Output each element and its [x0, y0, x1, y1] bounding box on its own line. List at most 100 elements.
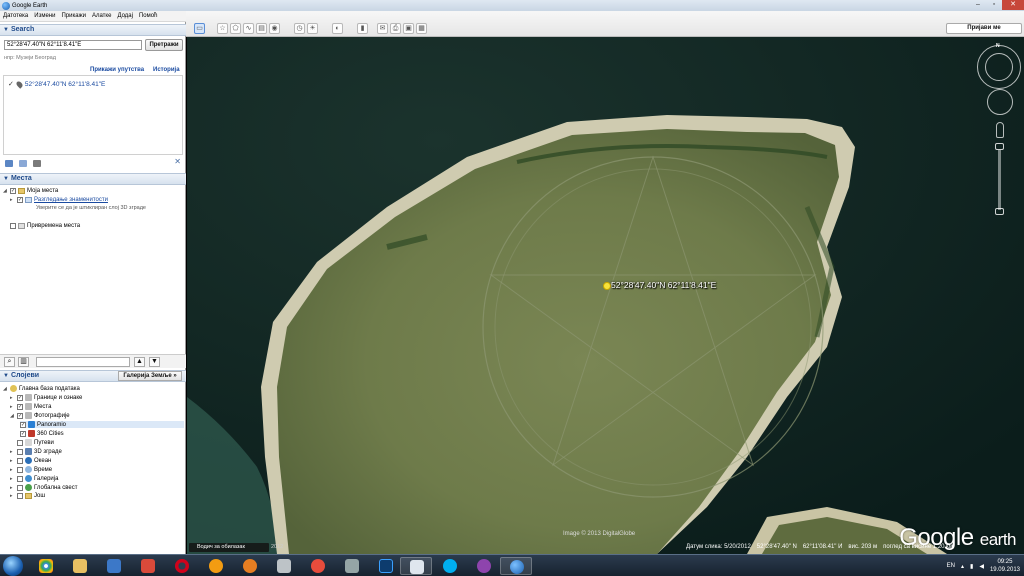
expand-arrow-icon[interactable]: ▸	[10, 476, 15, 482]
start-button-icon[interactable]	[3, 556, 23, 576]
layer-global-awareness[interactable]: ▸ Глобална свест	[10, 484, 77, 491]
expand-arrow-icon[interactable]: ◢	[10, 413, 15, 419]
layer-photos[interactable]: ◢ ✓ Фотографије	[10, 412, 70, 419]
email-icon[interactable]: ✉	[377, 23, 388, 34]
checkbox[interactable]	[10, 223, 16, 229]
expand-arrow-icon[interactable]: ▸	[10, 485, 15, 491]
checkbox[interactable]: ✓	[17, 394, 23, 401]
checkbox[interactable]: ✓	[20, 421, 26, 428]
menu-add[interactable]: Додај	[114, 13, 136, 19]
checkbox[interactable]	[17, 493, 23, 499]
taskbar-chrome[interactable]	[30, 557, 62, 575]
checkbox[interactable]	[17, 457, 23, 464]
image-overlay-icon[interactable]: ▤	[256, 23, 267, 34]
placemark-icon[interactable]: ☆	[217, 23, 228, 34]
zoom-in-button[interactable]	[995, 143, 1004, 150]
taskbar-app-4[interactable]	[132, 557, 164, 575]
tree-item-my-places[interactable]: ◢ ✓ Моја места	[3, 188, 58, 194]
search-panel-header[interactable]: ▼ Search	[0, 24, 186, 36]
layer-weather[interactable]: ▸ Време	[10, 466, 52, 473]
taskbar-app-3[interactable]	[98, 557, 130, 575]
arrow-down-icon[interactable]: ▼	[149, 357, 160, 367]
record-tour-icon[interactable]: ◉	[269, 23, 280, 34]
places-panel-header[interactable]: ▼ Места	[0, 173, 186, 185]
menu-edit[interactable]: Измени	[31, 13, 58, 19]
tray-arrow-icon[interactable]: ▴	[961, 563, 964, 570]
layer-ocean[interactable]: ▸ Океан	[10, 457, 51, 464]
planets-icon[interactable]: ◐	[332, 23, 343, 34]
layer-borders[interactable]: ▸ ✓ Границе и ознаке	[10, 394, 82, 401]
taskbar-google-earth[interactable]	[500, 557, 532, 575]
print-icon[interactable]	[33, 159, 41, 167]
sidebar-toggle-icon[interactable]: ▭	[194, 23, 205, 34]
sign-in-button[interactable]: Пријави ме	[946, 23, 1022, 34]
taskbar-photoshop[interactable]	[370, 557, 402, 575]
layer-primary-database[interactable]: ◢ Главна база података	[3, 385, 80, 392]
checkbox[interactable]: ✓	[20, 430, 26, 437]
menu-file[interactable]: Датотека	[0, 13, 31, 19]
checkbox[interactable]	[17, 439, 23, 446]
language-indicator[interactable]: EN	[947, 563, 955, 569]
close-button[interactable]: ✕	[1002, 0, 1024, 10]
menu-help[interactable]: Помоћ	[136, 13, 160, 19]
expand-arrow-icon[interactable]: ▸	[10, 197, 15, 203]
network-icon[interactable]: ▮	[970, 563, 973, 570]
north-indicator[interactable]: N	[996, 43, 1000, 49]
expand-arrow-icon[interactable]: ▸	[10, 395, 15, 401]
expand-arrow-icon[interactable]: ▸	[10, 467, 15, 473]
expand-arrow-icon[interactable]: ◢	[3, 188, 8, 194]
placemark-pin-icon[interactable]	[603, 282, 611, 290]
google-maps-icon[interactable]: ▦	[416, 23, 427, 34]
checkbox[interactable]	[17, 475, 23, 482]
expand-arrow-icon[interactable]: ▸	[10, 458, 15, 464]
menu-tools[interactable]: Алатке	[89, 13, 115, 19]
save-image-icon[interactable]: ▣	[403, 23, 414, 34]
tree-label[interactable]: Разгледање знаменитости	[34, 197, 108, 203]
sun-icon[interactable]: ☀	[307, 23, 318, 34]
historical-imagery-icon[interactable]: ◷	[294, 23, 305, 34]
expand-arrow-icon[interactable]: ▸	[10, 404, 15, 410]
list-view-icon[interactable]: ▥	[18, 357, 29, 367]
checkbox[interactable]: ✓	[17, 197, 23, 203]
checkbox[interactable]	[17, 448, 23, 455]
polygon-icon[interactable]: ⬠	[230, 23, 241, 34]
layer-360-cities[interactable]: ✓ 360 Cities	[20, 430, 64, 437]
checkbox[interactable]: ✓	[10, 188, 16, 194]
expand-arrow-icon[interactable]: ▸	[10, 449, 15, 455]
street-view-pegman-icon[interactable]	[996, 122, 1004, 138]
taskbar-app-9[interactable]	[302, 557, 334, 575]
placemark-label[interactable]: 52°28'47.40"N 62°11'8.41"E	[611, 280, 716, 290]
arrow-up-icon[interactable]: ▲	[134, 357, 145, 367]
layer-roads[interactable]: Путеви	[10, 439, 54, 446]
taskbar-app-6[interactable]	[200, 557, 232, 575]
layers-search-input[interactable]	[36, 357, 130, 367]
tour-guide-button[interactable]: Водич за обилазак	[189, 543, 269, 552]
print-icon[interactable]: ⎙	[390, 23, 401, 34]
close-results-icon[interactable]: ✕	[174, 157, 181, 166]
layer-3d-buildings[interactable]: ▸ 3D зграде	[10, 448, 62, 455]
search-result-item[interactable]: ✓ 52°28'47.40"N 62°11'8.41"E	[8, 79, 105, 89]
taskbar-app-12[interactable]	[400, 557, 432, 575]
taskbar-skype[interactable]	[434, 557, 466, 575]
search-button[interactable]: Претражи	[145, 39, 183, 51]
copy-icon[interactable]	[19, 159, 27, 167]
taskbar-app-10[interactable]	[336, 557, 368, 575]
folder-icon[interactable]	[5, 159, 13, 167]
layer-places[interactable]: ▸ ✓ Места	[10, 403, 51, 410]
maximize-button[interactable]: ▫	[986, 0, 1002, 10]
taskbar-opera[interactable]	[166, 557, 198, 575]
tree-item-sightseeing[interactable]: ▸ ✓ Разгледање знаменитости	[10, 197, 108, 203]
expand-arrow-icon[interactable]: ▸	[10, 493, 15, 499]
earth-gallery-button[interactable]: Галерија Земље »	[118, 371, 182, 381]
checkbox[interactable]	[17, 466, 23, 473]
taskbar-app-7[interactable]	[234, 557, 266, 575]
search-icon[interactable]: ⌕	[4, 357, 15, 367]
search-input[interactable]: 52°28'47.40"N 62°11'8.41"E	[4, 40, 142, 50]
expand-arrow-icon[interactable]: ◢	[3, 386, 8, 392]
move-joystick[interactable]	[987, 89, 1013, 115]
ruler-icon[interactable]: ▮	[357, 23, 368, 34]
volume-icon[interactable]: ◀	[979, 563, 984, 570]
checkbox[interactable]: ✓	[17, 403, 23, 410]
look-joystick-inner[interactable]	[985, 53, 1013, 81]
checkbox[interactable]	[17, 484, 23, 491]
